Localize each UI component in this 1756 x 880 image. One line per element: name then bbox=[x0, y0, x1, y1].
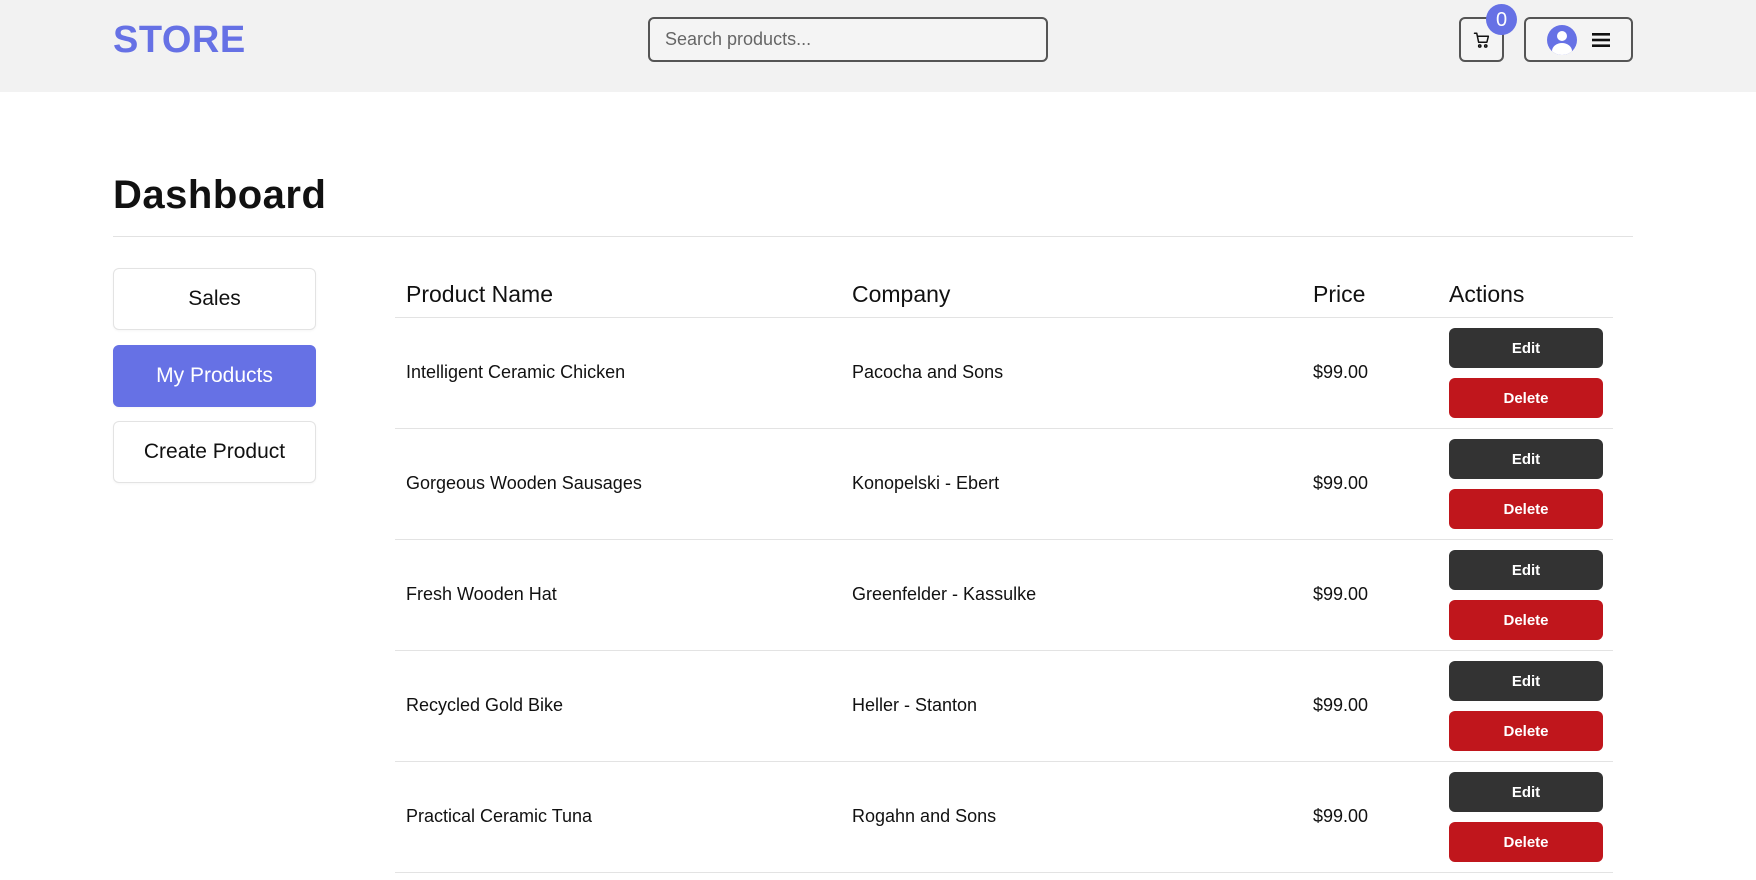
edit-button[interactable]: Edit bbox=[1449, 328, 1603, 368]
delete-button[interactable]: Delete bbox=[1449, 378, 1603, 418]
product-name-cell: Intelligent Ceramic Chicken bbox=[406, 362, 626, 382]
table-row: Recycled Gold Bike Heller - Stanton $99.… bbox=[395, 651, 1613, 762]
company-cell: Heller - Stanton bbox=[852, 695, 978, 715]
price-cell: $99.00 bbox=[1313, 806, 1369, 826]
table-row: Practical Ceramic Tuna Rogahn and Sons $… bbox=[395, 762, 1613, 873]
product-name-cell: Gorgeous Wooden Sausages bbox=[406, 473, 642, 493]
product-name-cell: Recycled Gold Bike bbox=[406, 695, 564, 715]
user-menu-button[interactable] bbox=[1524, 17, 1633, 62]
price-cell: $99.00 bbox=[1313, 362, 1369, 382]
table-row: Intelligent Ceramic Chicken Pacocha and … bbox=[395, 318, 1613, 429]
title-divider bbox=[113, 236, 1633, 237]
edit-button[interactable]: Edit bbox=[1449, 661, 1603, 701]
column-header-product-name: Product Name bbox=[406, 281, 554, 307]
edit-button[interactable]: Edit bbox=[1449, 550, 1603, 590]
company-cell: Greenfelder - Kassulke bbox=[852, 584, 1037, 604]
sidebar-item-create-product[interactable]: Create Product bbox=[113, 421, 316, 483]
delete-button[interactable]: Delete bbox=[1449, 711, 1603, 751]
search-input[interactable] bbox=[648, 17, 1048, 62]
company-cell: Pacocha and Sons bbox=[852, 362, 1004, 382]
product-name-cell: Practical Ceramic Tuna bbox=[406, 806, 593, 826]
price-cell: $99.00 bbox=[1313, 695, 1369, 715]
table-row: Gorgeous Wooden Sausages Konopelski - Eb… bbox=[395, 429, 1613, 540]
sidebar-item-my-products[interactable]: My Products bbox=[113, 345, 316, 407]
price-cell: $99.00 bbox=[1313, 473, 1369, 493]
cart-count-badge: 0 bbox=[1486, 4, 1517, 35]
column-header-price: Price bbox=[1313, 281, 1366, 307]
user-avatar-icon bbox=[1546, 24, 1577, 55]
delete-button[interactable]: Delete bbox=[1449, 489, 1603, 529]
edit-button[interactable]: Edit bbox=[1449, 772, 1603, 812]
delete-button[interactable]: Delete bbox=[1449, 600, 1603, 640]
column-header-actions: Actions bbox=[1449, 281, 1525, 307]
table-row: Fresh Wooden Hat Greenfelder - Kassulke … bbox=[395, 540, 1613, 651]
edit-button[interactable]: Edit bbox=[1449, 439, 1603, 479]
delete-button[interactable]: Delete bbox=[1449, 822, 1603, 862]
price-cell: $99.00 bbox=[1313, 584, 1369, 604]
cart-icon bbox=[1473, 32, 1489, 48]
company-cell: Konopelski - Ebert bbox=[852, 473, 1000, 493]
page-title: Dashboard bbox=[113, 173, 327, 217]
top-header: STORE 0 bbox=[0, 0, 1756, 92]
table-header: Product Name Company Price Actions bbox=[395, 268, 1613, 318]
sidebar-item-sales[interactable]: Sales bbox=[113, 268, 316, 330]
product-name-cell: Fresh Wooden Hat bbox=[406, 584, 557, 604]
hamburger-menu-icon bbox=[1591, 32, 1610, 47]
store-logo[interactable]: STORE bbox=[113, 18, 246, 62]
company-cell: Rogahn and Sons bbox=[852, 806, 997, 826]
column-header-company: Company bbox=[852, 281, 951, 307]
products-table: Product Name Company Price Actions Intel… bbox=[395, 268, 1613, 873]
